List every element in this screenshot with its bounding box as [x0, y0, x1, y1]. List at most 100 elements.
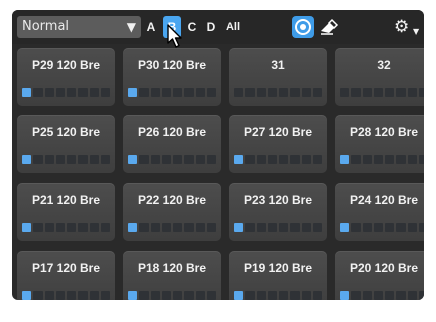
gear-icon: ⚙ — [394, 17, 410, 37]
pad-level-meter — [340, 291, 424, 300]
pad-level-segment — [234, 291, 244, 300]
pad-label: P21 120 Bre — [31, 193, 101, 207]
pad-level-segment — [373, 223, 383, 232]
pad-button[interactable]: P26 120 Bre — [123, 115, 221, 173]
caret-down-icon: ▼ — [413, 27, 420, 36]
pad-level-segment — [173, 155, 183, 164]
pad-level-meter — [22, 291, 110, 300]
pad-button[interactable]: P27 120 Bre — [229, 115, 327, 173]
pad-label: P23 120 Bre — [243, 193, 313, 207]
toolbar: Normal ▼ A B C D All ⚙ ▼ — [12, 10, 424, 44]
pad-level-segment — [206, 88, 216, 97]
pad-level-segment — [301, 223, 311, 232]
pad-button[interactable]: P23 120 Bre — [229, 183, 327, 241]
pad-level-segment — [267, 155, 277, 164]
bank-all-button[interactable]: All — [222, 16, 244, 38]
pad-level-segment — [234, 155, 244, 164]
pad-level-segment — [418, 155, 424, 164]
pad-level-segment — [340, 155, 350, 164]
pad-level-segment — [161, 88, 171, 97]
pad-level-segment — [128, 88, 138, 97]
pad-level-segment — [301, 291, 311, 300]
pad-level-segment — [128, 155, 138, 164]
pad-label: P19 120 Bre — [243, 261, 313, 275]
pad-label: P25 120 Bre — [31, 125, 101, 139]
pad-button[interactable]: P19 120 Bre — [229, 251, 327, 300]
pad-button[interactable]: P22 120 Bre — [123, 183, 221, 241]
pad-level-segment — [407, 223, 417, 232]
pad-button[interactable]: P30 120 Bre — [123, 48, 221, 106]
pad-bank-window: Normal ▼ A B C D All ⚙ ▼ P29 120 Bre P30 … — [12, 10, 424, 300]
pad-level-segment — [44, 88, 54, 97]
pad-label: P22 120 Bre — [137, 193, 207, 207]
pad-level-segment — [33, 155, 43, 164]
pad-level-segment — [173, 88, 183, 97]
pad-level-segment — [385, 291, 395, 300]
pad-level-segment — [44, 223, 54, 232]
bank-a-button[interactable]: A — [143, 16, 159, 38]
pad-button[interactable]: P17 120 Bre — [17, 251, 115, 300]
pad-level-segment — [234, 223, 244, 232]
pad-level-meter — [234, 88, 322, 97]
pad-level-segment — [150, 291, 160, 300]
pad-level-segment — [312, 223, 322, 232]
pad-level-meter — [234, 291, 322, 300]
pad-button[interactable]: P24 120 Bre — [335, 183, 424, 241]
pad-button[interactable]: P29 120 Bre — [17, 48, 115, 106]
pad-level-meter — [340, 88, 424, 97]
pad-label: P18 120 Bre — [137, 261, 207, 275]
pad-level-segment — [128, 223, 138, 232]
pad-level-meter — [22, 223, 110, 232]
pad-level-segment — [161, 291, 171, 300]
pad-level-segment — [245, 88, 255, 97]
pad-button[interactable]: 32 — [335, 48, 424, 106]
pad-level-meter — [340, 155, 424, 164]
pad-button[interactable]: P21 120 Bre — [17, 183, 115, 241]
pad-level-segment — [256, 223, 266, 232]
pad-button[interactable]: P25 120 Bre — [17, 115, 115, 173]
pad-button[interactable]: 31 — [229, 48, 327, 106]
pad-label: P27 120 Bre — [243, 125, 313, 139]
pad-button[interactable]: P20 120 Bre — [335, 251, 424, 300]
pad-level-segment — [267, 223, 277, 232]
pad-level-segment — [362, 155, 372, 164]
pad-level-segment — [418, 291, 424, 300]
pad-level-segment — [173, 223, 183, 232]
pad-level-meter — [22, 88, 110, 97]
bank-d-button[interactable]: D — [203, 16, 219, 38]
mode-select[interactable]: Normal ▼ — [17, 16, 141, 38]
pad-level-segment — [55, 155, 65, 164]
pad-level-segment — [373, 291, 383, 300]
pad-level-segment — [55, 291, 65, 300]
pad-level-segment — [78, 88, 88, 97]
record-circle-button[interactable] — [292, 16, 314, 38]
pad-level-segment — [385, 88, 395, 97]
pad-button[interactable]: P18 120 Bre — [123, 251, 221, 300]
settings-button[interactable]: ⚙ ▼ — [394, 16, 420, 38]
pad-level-segment — [67, 291, 77, 300]
pad-level-segment — [55, 223, 65, 232]
pad-level-segment — [290, 291, 300, 300]
pad-label: P20 120 Bre — [349, 261, 419, 275]
pad-level-segment — [340, 223, 350, 232]
pad-level-segment — [89, 291, 99, 300]
pad-level-segment — [279, 155, 289, 164]
pad-level-segment — [161, 155, 171, 164]
pad-level-segment — [55, 88, 65, 97]
pad-level-segment — [139, 88, 149, 97]
pad-button[interactable]: P28 120 Bre — [335, 115, 424, 173]
bank-c-button[interactable]: C — [184, 16, 200, 38]
pad-level-segment — [139, 223, 149, 232]
pad-level-segment — [256, 155, 266, 164]
pad-level-segment — [184, 88, 194, 97]
pad-level-segment — [290, 155, 300, 164]
pad-level-meter — [128, 291, 216, 300]
pad-level-segment — [279, 88, 289, 97]
pad-level-segment — [407, 155, 417, 164]
eraser-button[interactable] — [318, 18, 340, 36]
pad-level-segment — [206, 291, 216, 300]
pad-level-segment — [89, 155, 99, 164]
pad-level-segment — [173, 291, 183, 300]
pad-level-segment — [407, 88, 417, 97]
pad-label: P17 120 Bre — [31, 261, 101, 275]
